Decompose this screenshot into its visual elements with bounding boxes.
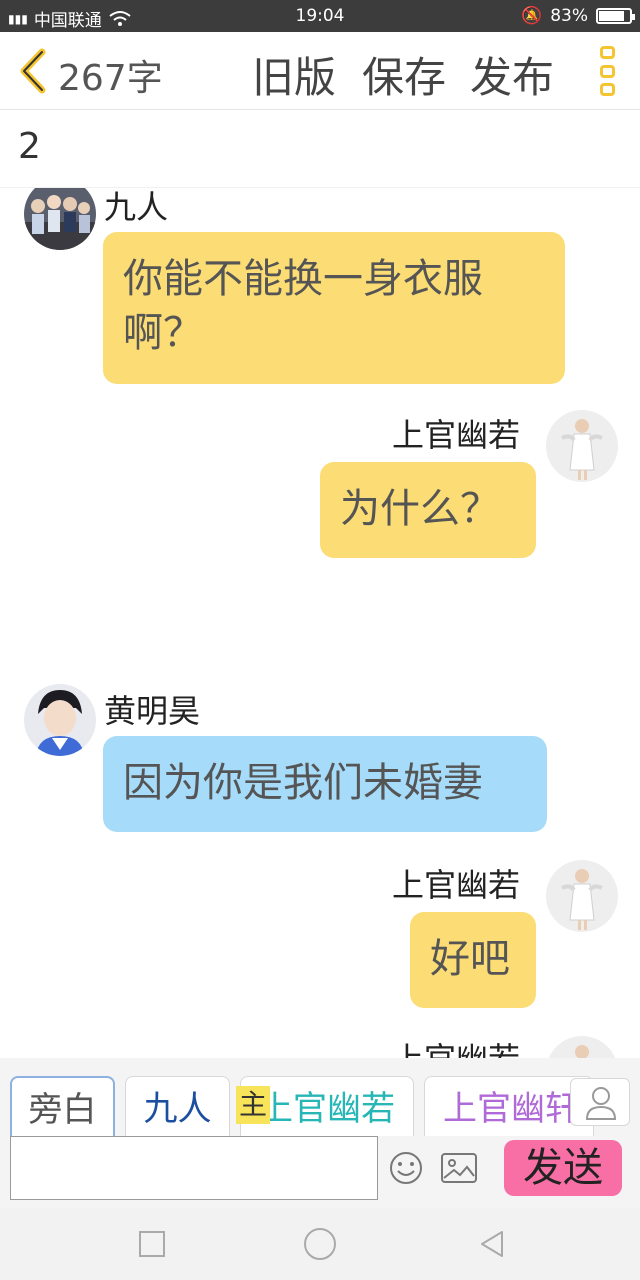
character-chip[interactable]: 旁白 [10, 1076, 115, 1138]
word-count: 267字 [58, 58, 163, 99]
emoji-icon[interactable] [388, 1150, 424, 1186]
main-character-tag: 主 [236, 1086, 270, 1124]
chapter-title-row[interactable]: 2 [0, 110, 640, 188]
image-icon[interactable] [440, 1152, 478, 1184]
speaker-name: 上官幽若 [392, 416, 521, 454]
battery-icon [596, 8, 635, 24]
speaker-name: 上官幽若 [392, 866, 521, 904]
send-button[interactable]: 发送 [504, 1140, 622, 1196]
character-label: 九人 [143, 1089, 212, 1129]
speaker-name: 九人 [104, 188, 169, 226]
chevron-left-icon[interactable] [14, 48, 54, 94]
recent-apps-icon[interactable] [136, 1228, 168, 1260]
system-nav-bar [0, 1208, 640, 1280]
speaker-name: 黄明昊 [104, 692, 201, 730]
avatar-shangguan-youruo[interactable] [546, 410, 618, 482]
character-label: 上官幽轩 [443, 1089, 579, 1129]
chapter-title: 2 [18, 126, 41, 167]
avatar-jiuren[interactable] [24, 188, 96, 250]
avatar-shangguan-youruo[interactable] [546, 1036, 618, 1058]
kebab-menu-icon[interactable] [600, 46, 616, 96]
character-chip[interactable]: 九人 [125, 1076, 230, 1138]
speaker-name: 上官幽若 [392, 1034, 520, 1058]
avatar-huang-minghao[interactable] [24, 684, 96, 756]
person-icon[interactable] [570, 1078, 630, 1126]
avatar-shangguan-youruo[interactable] [546, 860, 618, 932]
message-input[interactable] [10, 1136, 378, 1200]
save-button[interactable]: 保存 [362, 44, 446, 105]
status-bar: ▮▮▮ 中国联通 19:04 🔕 83% [0, 0, 640, 32]
back-nav-icon[interactable] [476, 1228, 508, 1260]
message-bubble[interactable]: 因为你是我们未婚妻 [103, 736, 547, 832]
home-icon[interactable] [302, 1226, 338, 1262]
old-version-button[interactable]: 旧版 [252, 44, 336, 105]
message-bubble[interactable]: 为什么？ [320, 462, 536, 558]
battery-label: 83% [550, 6, 588, 26]
editor-toolbar: 267字 旧版 保存 发布 [0, 32, 640, 110]
compose-row: 发送 [0, 1136, 640, 1208]
character-chip[interactable]: 上官幽轩 [424, 1076, 594, 1138]
mute-icon: 🔕 [521, 6, 543, 26]
message-bubble[interactable]: 好吧 [410, 912, 536, 1008]
character-label: 上官幽若 [259, 1089, 395, 1129]
chat-area: 九人 你能不能换一身衣服啊？ 上官幽若 为什么？ 黄明昊 因为你是我们未婚妻 上… [0, 188, 640, 1058]
character-selector: 旁白 九人 上官幽若 主 上官幽轩 [0, 1058, 640, 1138]
message-bubble[interactable]: 你能不能换一身衣服啊？ [103, 232, 565, 384]
publish-button[interactable]: 发布 [470, 44, 554, 105]
character-label: 旁白 [28, 1090, 97, 1130]
